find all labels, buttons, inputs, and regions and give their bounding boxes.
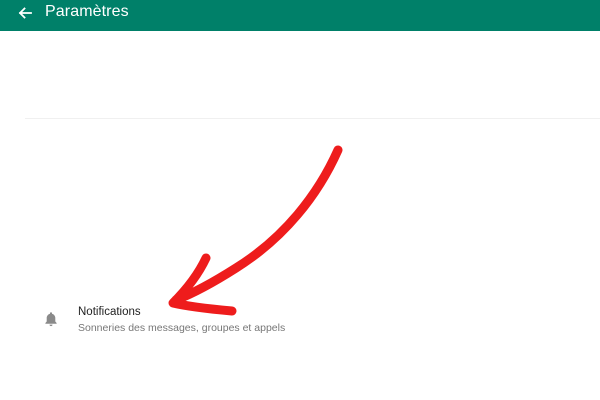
back-button[interactable] xyxy=(12,0,38,26)
page-title: Paramètres xyxy=(45,3,129,20)
section-divider xyxy=(25,118,600,119)
arrow-left-icon xyxy=(18,7,32,19)
settings-item-notifications[interactable]: Notifications Sonneries des messages, gr… xyxy=(0,296,600,344)
bell-icon xyxy=(44,311,58,327)
settings-item-subtitle: Sonneries des messages, groupes et appel… xyxy=(78,322,286,334)
app-bar: Paramètres xyxy=(0,0,600,31)
settings-item-title: Notifications xyxy=(78,306,141,318)
